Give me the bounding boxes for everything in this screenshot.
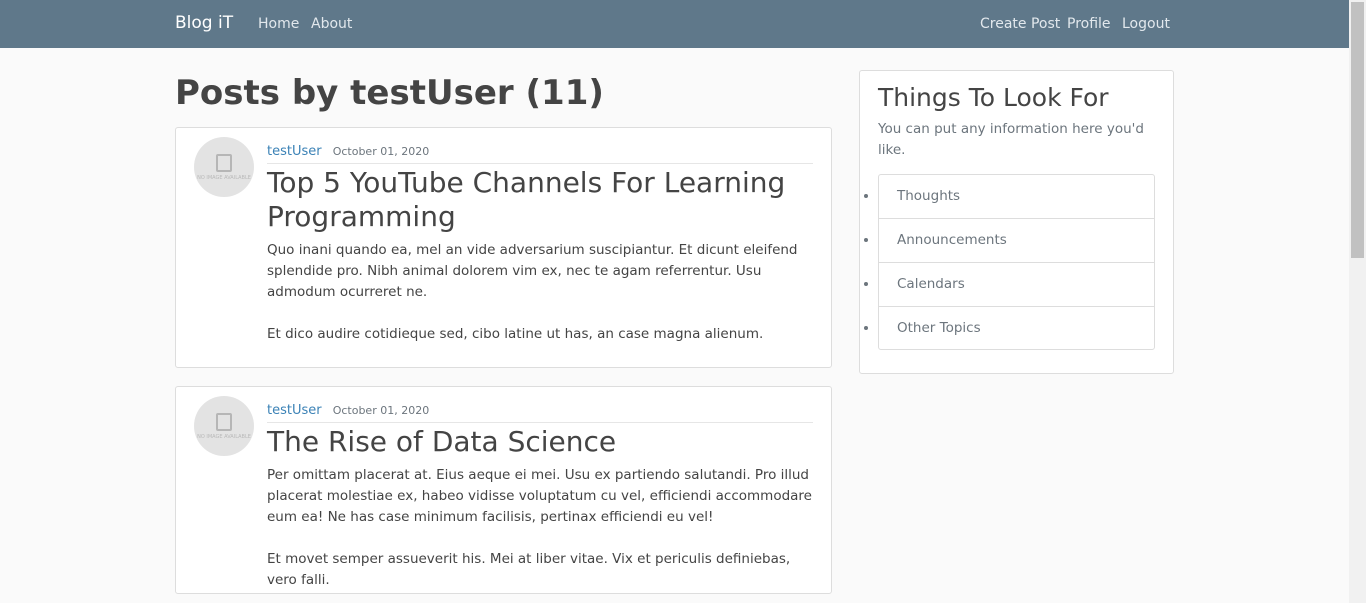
avatar-placeholder-text: NO IMAGE AVAILABLE <box>197 433 251 440</box>
brand-link[interactable]: Blog iT <box>175 13 233 33</box>
author-avatar: NO IMAGE AVAILABLE <box>194 137 254 197</box>
sidebar-item-announcements[interactable]: Announcements <box>879 219 1154 263</box>
post-content: Quo inani quando ea, mel an vide adversa… <box>267 240 813 345</box>
post-meta: testUser October 01, 2020 <box>267 140 813 164</box>
nav-create-post-link[interactable]: Create Post <box>980 16 1060 32</box>
post-title-link[interactable]: The Rise of Data Science <box>267 425 813 459</box>
sidebar: Things To Look For You can put any infor… <box>859 70 1174 374</box>
post-title-link[interactable]: Top 5 YouTube Channels For Learning Prog… <box>267 166 813 234</box>
post-card: NO IMAGE AVAILABLE testUser October 01, … <box>175 127 832 368</box>
nav-logout-link[interactable]: Logout <box>1122 16 1170 32</box>
post-card: NO IMAGE AVAILABLE testUser October 01, … <box>175 386 832 594</box>
nav-profile-link[interactable]: Profile <box>1067 16 1111 32</box>
sidebar-description: You can put any information here you'd l… <box>878 121 1144 158</box>
image-placeholder-icon <box>216 412 232 431</box>
nav-about-link[interactable]: About <box>311 16 352 32</box>
sidebar-list: Thoughts Announcements Calendars Other T… <box>878 174 1155 350</box>
post-author-link[interactable]: testUser <box>267 144 322 159</box>
sidebar-item-calendars[interactable]: Calendars <box>879 263 1154 307</box>
post-date: October 01, 2020 <box>332 404 430 417</box>
post-content: Per omittam placerat at. Eius aeque ei m… <box>267 465 813 591</box>
sidebar-title: Things To Look For <box>878 83 1109 112</box>
post-paragraph: Et movet semper assueverit his. Mei at l… <box>267 551 791 588</box>
post-author-link[interactable]: testUser <box>267 403 322 418</box>
post-paragraph: Per omittam placerat at. Eius aeque ei m… <box>267 467 812 525</box>
navbar: Blog iT Home About Create Post Profile L… <box>0 0 1349 48</box>
vertical-scrollbar[interactable] <box>1349 0 1366 603</box>
post-date: October 01, 2020 <box>332 145 430 158</box>
scrollbar-thumb[interactable] <box>1351 2 1364 258</box>
page-title: Posts by testUser (11) <box>175 73 604 113</box>
sidebar-item-thoughts[interactable]: Thoughts <box>879 175 1154 219</box>
post-meta: testUser October 01, 2020 <box>267 399 813 423</box>
nav-home-link[interactable]: Home <box>258 16 299 32</box>
post-paragraph: Quo inani quando ea, mel an vide adversa… <box>267 242 798 300</box>
author-avatar: NO IMAGE AVAILABLE <box>194 396 254 456</box>
image-placeholder-icon <box>216 153 232 172</box>
avatar-placeholder-text: NO IMAGE AVAILABLE <box>197 174 251 181</box>
sidebar-item-other-topics[interactable]: Other Topics <box>879 307 1154 349</box>
post-paragraph: Et dico audire cotidieque sed, cibo lati… <box>267 326 764 342</box>
